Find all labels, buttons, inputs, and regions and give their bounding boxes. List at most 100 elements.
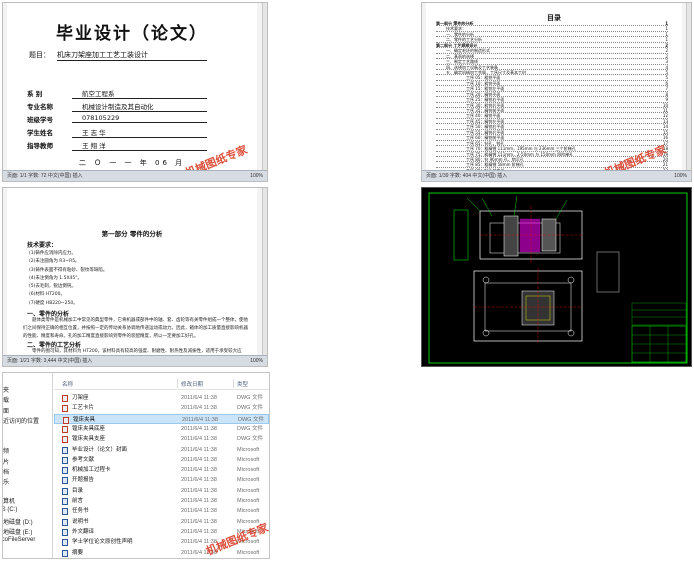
toc-entry-text: 工序 15：粗铣左平面 (466, 86, 506, 92)
requirement-item: (4)未注倒角为 1.5X45°。 (29, 275, 83, 281)
nav-item[interactable]: 计算机 (3, 496, 15, 505)
toc-entry-page: 16 (661, 135, 668, 141)
section-1-text: 题体类零件是机械加工中常见的典型零件，它将机器或部件中的轴、套、齿轮等有关零件组… (23, 318, 248, 339)
nav-item[interactable]: OS (C:) (3, 507, 17, 513)
part-title: 第一部分 零件的分析 (101, 230, 163, 238)
toc-entry-text: 第一部分 零件的分析 (436, 21, 475, 26)
file-type: Microsoft (237, 456, 260, 463)
vertical-scrollbar[interactable] (262, 3, 267, 170)
column-divider[interactable] (177, 379, 178, 388)
dwg-file-icon (62, 395, 68, 402)
zoom-level[interactable]: 100% (250, 171, 263, 181)
column-header-type[interactable]: 类型 (237, 380, 248, 388)
clamp-block (503, 215, 519, 257)
file-row[interactable]: 说明书 2011/6/4 11:38 Microsoft (54, 517, 269, 527)
file-type: Microsoft (237, 467, 260, 474)
nav-item[interactable]: 文档 (3, 467, 9, 476)
info-row: 指导教师 王 翔 洋 (27, 140, 212, 151)
nav-item[interactable]: 图片 (3, 457, 9, 466)
vertical-scrollbar[interactable] (686, 3, 691, 170)
requirement-item: (2)未注圆角为 R3~R5。 (29, 259, 80, 265)
nav-item[interactable]: 本地磁盘 (D:) (3, 517, 33, 526)
cad-drawing[interactable] (422, 188, 692, 367)
info-row: 学生姓名 王 志 华 (27, 127, 212, 138)
topic-label: 题目： (29, 51, 50, 59)
nav-item[interactable]: 视频 (3, 446, 9, 455)
toc-entry-text: 工序 25：精铣右平面 (466, 97, 506, 103)
nav-item[interactable]: 最近访问的位置 (3, 416, 39, 425)
toc-entry-text: 工序 75：粗精镗 111mm，2-50mm 与 150mm 四阶梯孔 (466, 151, 575, 157)
file-row[interactable]: 目录 2011/6/4 11:38 Microsoft (54, 486, 269, 496)
toc-entry-text: 工序 05：粗铣平面 (466, 75, 502, 81)
file-row[interactable]: 毕业设计（论文）封面 2011/6/4 11:38 Microsoft (54, 445, 269, 455)
parts-list (631, 302, 687, 326)
file-row[interactable]: 镗床夹具 2011/6/4 11:38 DWG 文件 (54, 413, 269, 424)
zoom-level[interactable]: 100% (250, 356, 263, 366)
file-row[interactable]: 摘要 2011/6/4 11:38 Microsoft (54, 548, 269, 558)
toc-entry-text: 工序 20：精铣平面 (466, 91, 502, 97)
zoom-level[interactable]: 100% (674, 171, 687, 181)
info-value: 王 翔 洋 (72, 140, 207, 151)
word-file-icon (62, 487, 68, 495)
file-name: 目录 (72, 487, 84, 494)
file-date: 2011/6/4 11:38 (181, 528, 217, 535)
file-type: DWG 文件 (237, 405, 263, 412)
file-date: 2011/6/4 11:38 (181, 487, 217, 494)
toc-entry-text: 工序 30：粗铣后平面 (466, 102, 506, 108)
file-name: 摘要 (72, 549, 84, 556)
dwg-file-icon (62, 425, 68, 433)
toc-entry-text: 二、零件的工艺分析 (446, 37, 483, 43)
nav-item[interactable]: 桌面 (3, 406, 9, 415)
vertical-scrollbar[interactable] (262, 188, 267, 355)
toc-entry-page: 10 (661, 102, 668, 108)
status-text: 页面: 1/21 字数: 3,444 中文(中国) 插入 (7, 358, 93, 364)
status-bar: 页面: 1/1 字数: 72 中文(中国) 插入 100% (3, 170, 267, 181)
file-name: 前言 (72, 498, 84, 504)
file-row[interactable]: 前言 2011/6/4 11:38 Microsoft (54, 496, 269, 506)
nav-item[interactable]: tycoFileServer (3, 537, 35, 543)
nav-item[interactable]: 下载 (3, 395, 9, 404)
file-type: Microsoft (237, 498, 260, 504)
header-divider (54, 389, 269, 390)
requirement-item: (5)去毛刺，锐边倒钝。 (29, 284, 76, 290)
file-row[interactable]: 镗床夹具底座 2011/6/4 11:38 DWG 文件 (54, 424, 269, 434)
info-label: 系 别 (27, 90, 43, 98)
file-name: 任务书 (72, 508, 89, 515)
file-row[interactable]: 刀架座 2011/6/4 11:38 DWG 文件 (54, 393, 269, 403)
toc-entry-page: 8 (664, 91, 668, 97)
file-date: 2011/6/4 11:38 (181, 518, 217, 525)
file-name: 刀架座 (72, 395, 89, 401)
nav-item[interactable]: 藏夹 (3, 385, 9, 394)
toc-entry-text: 一、零件的分析 (446, 31, 475, 37)
cover-title: 毕业设计（论文） (56, 24, 208, 44)
file-date: 2011/6/4 11:38 (181, 395, 217, 401)
column-divider[interactable] (233, 379, 234, 388)
file-row[interactable]: 机械加工过程卡 2011/6/4 11:38 Microsoft (54, 465, 269, 475)
requirements-list: (1)铸件应消除内应力。 (2)未注圆角为 R3~R5。 (3)铸件表面不得有粘砂、… (29, 250, 107, 308)
toc-entry-page: 12 (661, 113, 668, 119)
info-value: 王 志 华 (72, 127, 207, 138)
file-date: 2011/6/4 11:38 (181, 405, 217, 412)
file-row[interactable]: 镗床夹具支座 2011/6/4 11:38 DWG 文件 (54, 434, 269, 444)
nav-item[interactable]: 本地磁盘 (E:) (3, 527, 32, 536)
file-type: DWG 文件 (237, 436, 263, 443)
column-header-date[interactable]: 修改日期 (181, 380, 203, 388)
column-header-name[interactable]: 名称 (62, 380, 73, 388)
topic-value: 机床刀架座加工工艺工装设计 (57, 50, 207, 61)
toc-entry-text: 工序 70：粗精镗 111mm，195mm 与 236mm 三个阶梯孔 (466, 146, 577, 152)
file-type: Microsoft (237, 487, 260, 494)
cover-document-window: 毕业设计（论文） 题目： 机床刀架座加工工艺工装设计 系 别 航空工程系 专业名称 机… (2, 2, 268, 182)
file-row[interactable]: 工艺卡片 2011/6/4 11:38 DWG 文件 (54, 403, 269, 413)
toc-entry-page: 14 (661, 124, 668, 130)
toc-entry-text: 一、确定毛坯的制造形式 (446, 48, 491, 54)
file-row[interactable]: 参考文献 2011/6/4 11:38 Microsoft (54, 455, 269, 465)
file-date: 2011/6/4 11:38 (181, 467, 217, 474)
toc-entry-text: 工序 65：钻孔，铰孔 (466, 140, 506, 146)
toc-entry-page: 9 (664, 97, 668, 103)
file-row[interactable]: 任务书 2011/6/4 11:38 Microsoft (54, 506, 269, 516)
info-value: 航空工程系 (72, 88, 207, 99)
file-row[interactable]: 开题报告 2011/6/4 11:38 Microsoft (54, 475, 269, 485)
toc-entry-page: 5 (664, 75, 668, 81)
dwg-file-icon (63, 416, 69, 424)
nav-item[interactable]: 音乐 (3, 477, 9, 486)
